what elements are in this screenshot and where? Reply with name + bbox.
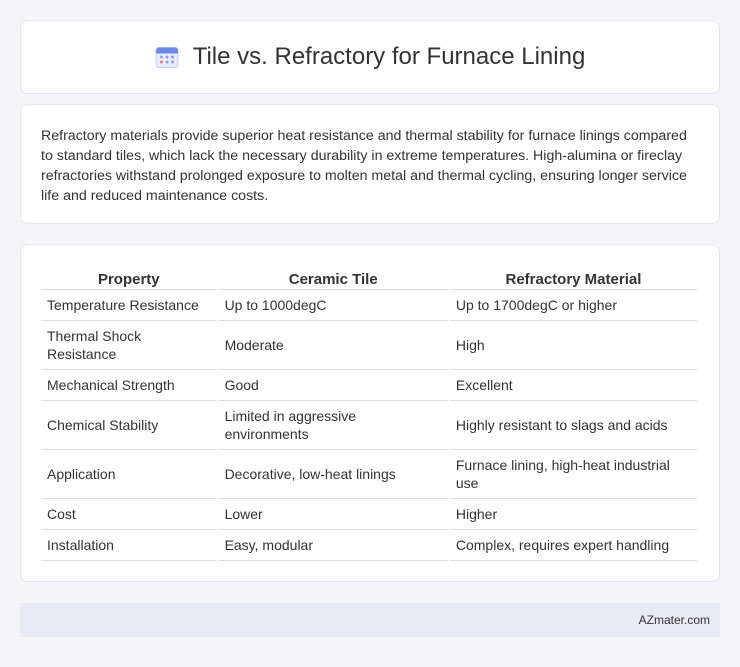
table-cell: Mechanical Strength: [41, 370, 217, 401]
calendar-icon: [155, 47, 179, 68]
table-cell: Decorative, low-heat linings: [218, 450, 448, 499]
table-cell: Easy, modular: [218, 530, 448, 561]
table-cell: Complex, requires expert handling: [449, 530, 697, 561]
column-header-refractory: Refractory Material: [449, 265, 697, 290]
table-cell: Up to 1700degC or higher: [449, 290, 697, 321]
intro-paragraph: Refractory materials provide superior he…: [41, 128, 687, 204]
table-row: Installation Easy, modular Complex, requ…: [41, 530, 697, 561]
column-header-property: Property: [41, 265, 217, 290]
table-cell: Up to 1000degC: [218, 290, 448, 321]
table-cell: Moderate: [218, 321, 448, 370]
table-cell: Highly resistant to slags and acids: [449, 401, 697, 450]
table-cell: Furnace lining, high-heat industrial use: [449, 450, 697, 499]
table-row: Chemical Stability Limited in aggressive…: [41, 401, 697, 450]
title-card: Tile vs. Refractory for Furnace Lining: [20, 20, 720, 94]
table-cell: Good: [218, 370, 448, 401]
intro-card: Refractory materials provide superior he…: [20, 104, 720, 224]
column-header-ceramic-tile: Ceramic Tile: [218, 265, 448, 290]
table-cell: Lower: [218, 499, 448, 530]
table-header-row: Property Ceramic Tile Refractory Materia…: [41, 265, 697, 290]
table-cell: Thermal Shock Resistance: [41, 321, 217, 370]
page-title: Tile vs. Refractory for Furnace Lining: [192, 43, 586, 70]
comparison-card: Property Ceramic Tile Refractory Materia…: [20, 244, 720, 582]
comparison-table: Property Ceramic Tile Refractory Materia…: [39, 265, 699, 561]
table-cell: Chemical Stability: [41, 401, 217, 450]
table-cell: Higher: [449, 499, 697, 530]
table-row: Cost Lower Higher: [41, 499, 697, 530]
table-cell: Limited in aggressive environments: [218, 401, 448, 450]
table-row: Thermal Shock Resistance Moderate High: [41, 321, 697, 370]
footer-site-label: AZmater.com: [638, 613, 710, 627]
table-row: Temperature Resistance Up to 1000degC Up…: [41, 290, 697, 321]
table-cell: Excellent: [449, 370, 697, 401]
table-cell: High: [449, 321, 697, 370]
table-cell: Installation: [41, 530, 217, 561]
footer-bar: AZmater.com: [20, 603, 720, 637]
table-cell: Temperature Resistance: [41, 290, 217, 321]
table-cell: Application: [41, 450, 217, 499]
table-cell: Cost: [41, 499, 217, 530]
table-row: Application Decorative, low-heat linings…: [41, 450, 697, 499]
table-row: Mechanical Strength Good Excellent: [41, 370, 697, 401]
title-wrap: Tile vs. Refractory for Furnace Lining: [155, 43, 586, 71]
